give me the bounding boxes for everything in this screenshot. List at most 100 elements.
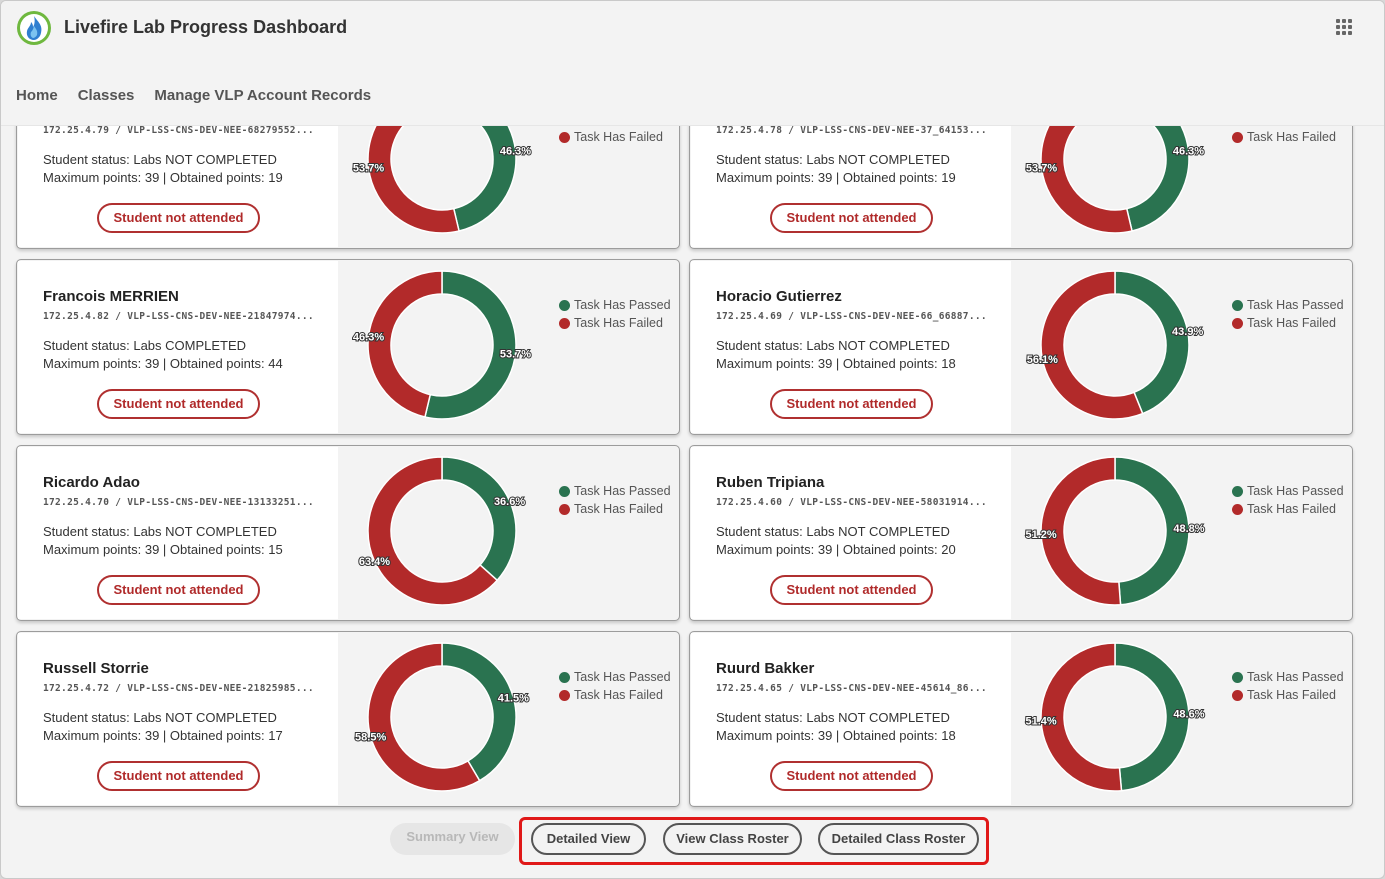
student-name: Ruben Tripiana: [716, 474, 825, 491]
student-not-attended-button[interactable]: Student not attended: [770, 761, 933, 791]
student-status-block: Student status: Labs NOT COMPLETED Maximu…: [716, 523, 956, 559]
chart-legend: Task Has Passed Task Has Failed: [559, 296, 671, 332]
flame-logo-icon[interactable]: [16, 10, 52, 46]
lab-status-text: Student status: Labs NOT COMPLETED: [716, 152, 950, 167]
legend-item-failed[interactable]: Task Has Failed: [1232, 686, 1344, 704]
main-nav: Home Classes Manage VLP Account Records: [16, 87, 371, 104]
passed-slice[interactable]: [441, 456, 517, 582]
legend-label: Task Has Passed: [1247, 298, 1344, 312]
student-not-attended-button[interactable]: Student not attended: [97, 761, 260, 791]
nav-home[interactable]: Home: [16, 87, 58, 104]
lab-status-text: Student status: Labs NOT COMPLETED: [716, 524, 950, 539]
student-not-attended-button[interactable]: Student not attended: [770, 389, 933, 419]
student-status-block: Student status: Labs NOT COMPLETED Maximu…: [716, 151, 956, 187]
task-result-donut-chart: 36.6% 63.4%: [358, 456, 526, 606]
student-not-attended-button[interactable]: Student not attended: [97, 203, 260, 233]
failed-percent-label: 53.7%: [353, 163, 384, 175]
grid-apps-icon[interactable]: [1336, 19, 1352, 35]
legend-dot-icon: [1232, 671, 1243, 683]
chart-legend: Task Has Passed Task Has Failed: [1232, 296, 1344, 332]
legend-item-passed[interactable]: Task Has Passed: [1232, 482, 1344, 500]
chart-legend: Task Has Passed Task Has Failed: [559, 668, 671, 704]
legend-label: Task Has Failed: [1247, 130, 1336, 144]
legend-dot-icon: [1232, 503, 1243, 515]
legend-item-passed[interactable]: Task Has Passed: [1232, 668, 1344, 686]
passed-slice[interactable]: [1114, 270, 1190, 415]
legend-item-failed[interactable]: Task Has Failed: [1232, 128, 1344, 146]
points-text: Maximum points: 39 | Obtained points: 19: [43, 170, 283, 185]
summary-view-button[interactable]: Summary View: [390, 823, 515, 855]
legend-dot-icon: [559, 503, 570, 515]
legend-label: Task Has Failed: [1247, 502, 1336, 516]
student-name: Horacio Gutierrez: [716, 288, 842, 305]
legend-dot-icon: [559, 485, 570, 497]
legend-label: Task Has Passed: [574, 298, 671, 312]
chart-legend: Task Has Passed Task Has Failed: [1232, 668, 1344, 704]
student-info-panel: Francois MERRIEN 172.25.4.82 / VLP-LSS-CN…: [18, 261, 338, 433]
legend-label: Task Has Passed: [1247, 484, 1344, 498]
student-vm-id: 172.25.4.65 / VLP-LSS-CNS-DEV-NEE-45614_…: [716, 683, 987, 694]
lab-status-text: Student status: Labs COMPLETED: [43, 338, 247, 353]
passed-percent-label: 43.9%: [1172, 326, 1203, 338]
passed-percent-label: 46.3%: [1173, 145, 1204, 157]
highlight-annotation: [519, 817, 989, 865]
student-vm-id: 172.25.4.72 / VLP-LSS-CNS-DEV-NEE-218259…: [43, 683, 314, 694]
legend-item-failed[interactable]: Task Has Failed: [1232, 500, 1344, 518]
lab-status-text: Student status: Labs NOT COMPLETED: [43, 710, 277, 725]
legend-label: Task Has Passed: [574, 484, 671, 498]
legend-dot-icon: [559, 131, 570, 143]
student-not-attended-button[interactable]: Student not attended: [97, 389, 260, 419]
student-status-block: Student status: Labs COMPLETED Maximum po…: [43, 337, 283, 373]
failed-percent-label: 58.5%: [355, 732, 386, 744]
student-vm-id: 172.25.4.69 / VLP-LSS-CNS-DEV-NEE-66_668…: [716, 311, 987, 322]
student-name: Ruurd Bakker: [716, 660, 815, 677]
student-info-panel: Ruurd Bakker 172.25.4.65 / VLP-LSS-CNS-DE…: [691, 633, 1011, 805]
legend-label: Task Has Failed: [1247, 316, 1336, 330]
student-card: Francois MERRIEN 172.25.4.82 / VLP-LSS-CN…: [16, 259, 680, 435]
points-text: Maximum points: 39 | Obtained points: 17: [43, 728, 283, 743]
student-card-grid: 172.25.4.79 / VLP-LSS-CNS-DEV-NEE-682795…: [1, 1, 1384, 878]
legend-item-passed[interactable]: Task Has Passed: [559, 482, 671, 500]
lab-status-text: Student status: Labs NOT COMPLETED: [43, 152, 277, 167]
chart-legend: Task Has Passed Task Has Failed: [559, 482, 671, 518]
passed-slice[interactable]: [441, 642, 517, 782]
nav-classes[interactable]: Classes: [78, 87, 135, 104]
top-header: Livefire Lab Progress Dashboard Home Cla…: [1, 1, 1384, 125]
legend-label: Task Has Failed: [574, 130, 663, 144]
legend-dot-icon: [1232, 317, 1243, 329]
passed-percent-label: 41.5%: [498, 692, 529, 704]
legend-dot-icon: [559, 299, 570, 311]
legend-item-failed[interactable]: Task Has Failed: [559, 314, 671, 332]
legend-item-failed[interactable]: Task Has Failed: [559, 500, 671, 518]
legend-item-failed[interactable]: Task Has Failed: [1232, 314, 1344, 332]
student-status-block: Student status: Labs NOT COMPLETED Maximu…: [716, 337, 956, 373]
legend-dot-icon: [559, 317, 570, 329]
legend-dot-icon: [1232, 689, 1243, 701]
legend-label: Task Has Passed: [574, 670, 671, 684]
student-vm-id: 172.25.4.78 / VLP-LSS-CNS-DEV-NEE-37_641…: [716, 125, 987, 136]
legend-item-failed[interactable]: Task Has Failed: [559, 686, 671, 704]
points-text: Maximum points: 39 | Obtained points: 19: [716, 170, 956, 185]
lab-status-text: Student status: Labs NOT COMPLETED: [43, 524, 277, 539]
student-not-attended-button[interactable]: Student not attended: [770, 575, 933, 605]
legend-item-passed[interactable]: Task Has Passed: [559, 296, 671, 314]
legend-label: Task Has Passed: [1247, 670, 1344, 684]
points-text: Maximum points: 39 | Obtained points: 44: [43, 356, 283, 371]
passed-percent-label: 48.8%: [1173, 523, 1204, 535]
legend-item-passed[interactable]: Task Has Passed: [559, 668, 671, 686]
legend-item-passed[interactable]: Task Has Passed: [1232, 296, 1344, 314]
failed-percent-label: 63.4%: [359, 556, 390, 568]
points-text: Maximum points: 39 | Obtained points: 18: [716, 356, 956, 371]
chart-legend: Task Has Passed Task Has Failed: [1232, 482, 1344, 518]
legend-label: Task Has Failed: [1247, 688, 1336, 702]
student-not-attended-button[interactable]: Student not attended: [97, 575, 260, 605]
student-vm-id: 172.25.4.79 / VLP-LSS-CNS-DEV-NEE-682795…: [43, 125, 314, 136]
nav-manage-vlp-account-records[interactable]: Manage VLP Account Records: [154, 87, 371, 104]
failed-slice[interactable]: [367, 270, 443, 418]
legend-item-failed[interactable]: Task Has Failed: [559, 128, 671, 146]
passed-percent-label: 48.6%: [1173, 709, 1204, 721]
failed-percent-label: 46.3%: [353, 331, 384, 343]
student-info-panel: Horacio Gutierrez 172.25.4.69 / VLP-LSS-C…: [691, 261, 1011, 433]
student-not-attended-button[interactable]: Student not attended: [770, 203, 933, 233]
app-title: Livefire Lab Progress Dashboard: [64, 17, 348, 37]
